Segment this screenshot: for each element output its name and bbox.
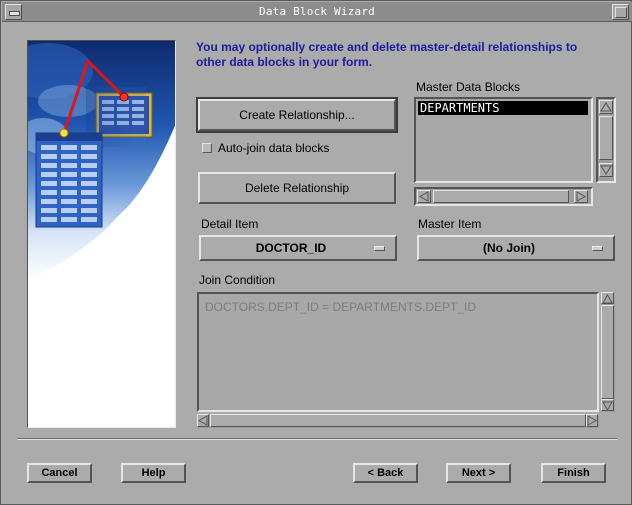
next-button[interactable]: Next >	[446, 463, 511, 483]
window-menu-icon[interactable]	[5, 4, 22, 20]
detail-item-option-menu[interactable]: DOCTOR_ID	[199, 235, 397, 261]
master-data-blocks-list[interactable]: DEPARTMENTS	[414, 97, 593, 183]
join-scroll-right-arrow-glyph	[587, 415, 598, 426]
join-scroll-thumb-horizontal[interactable]	[210, 414, 586, 427]
finish-button[interactable]: Finish	[541, 463, 606, 483]
join-scroll-right-arrow-icon[interactable]	[586, 414, 598, 427]
scroll-up-arrow-glyph	[600, 102, 612, 112]
delete-relationship-button[interactable]: Delete Relationship	[198, 172, 396, 204]
data-blocks-relationship-illustration	[28, 41, 175, 427]
scroll-thumb-horizontal[interactable]	[433, 190, 569, 203]
back-button[interactable]: < Back	[353, 463, 418, 483]
wizard-illustration	[27, 40, 176, 428]
detail-item-value: DOCTOR_ID	[255, 241, 327, 255]
master-item-label: Master Item	[418, 217, 482, 231]
join-scroll-thumb[interactable]	[601, 305, 614, 399]
join-scroll-left-arrow-glyph	[197, 415, 208, 426]
detail-item-label: Detail Item	[201, 217, 259, 231]
master-data-blocks-label: Master Data Blocks	[416, 80, 521, 94]
auto-join-checkbox[interactable]	[202, 143, 212, 153]
option-menu-indicator-icon	[374, 246, 385, 251]
join-condition-horizontal-scrollbar[interactable]	[197, 414, 599, 428]
join-condition-textarea[interactable]: DOCTORS.DEPT_ID = DEPARTMENTS.DEPT_ID	[197, 292, 599, 412]
scroll-right-arrow-glyph	[576, 191, 587, 202]
join-condition-text: DOCTORS.DEPT_ID = DEPARTMENTS.DEPT_ID	[205, 300, 477, 314]
master-item-value: (No Join)	[483, 241, 535, 255]
join-condition-label: Join Condition	[199, 273, 276, 287]
join-scroll-up-arrow-glyph	[602, 293, 613, 304]
join-scroll-down-arrow-icon[interactable]	[601, 399, 614, 412]
join-scroll-down-arrow-glyph	[602, 401, 613, 412]
scroll-left-arrow-icon[interactable]	[417, 190, 431, 203]
option-menu-indicator-icon	[592, 246, 603, 251]
scroll-down-arrow-icon[interactable]	[599, 163, 613, 177]
window-title: Data Block Wizard	[259, 5, 375, 18]
join-scroll-up-arrow-icon[interactable]	[601, 292, 614, 304]
scroll-right-arrow-icon[interactable]	[574, 190, 588, 203]
maximize-icon[interactable]	[612, 4, 629, 20]
help-button[interactable]: Help	[121, 463, 186, 483]
scroll-down-arrow-glyph	[600, 165, 612, 175]
join-scroll-left-arrow-icon[interactable]	[197, 414, 209, 427]
scroll-thumb[interactable]	[599, 116, 613, 160]
master-item-option-menu[interactable]: (No Join)	[417, 235, 615, 261]
create-relationship-button[interactable]: Create Relationship...	[196, 97, 398, 133]
auto-join-label: Auto-join data blocks	[218, 141, 330, 155]
master-list-horizontal-scrollbar[interactable]	[414, 187, 593, 206]
footer-separator	[17, 438, 617, 440]
wizard-window: Data Block Wizard You may optionally cre…	[0, 0, 632, 505]
scroll-up-arrow-icon[interactable]	[599, 100, 613, 114]
title-bar[interactable]: Data Block Wizard	[2, 2, 632, 22]
list-item-departments[interactable]: DEPARTMENTS	[418, 101, 588, 115]
cancel-button[interactable]: Cancel	[27, 463, 92, 483]
join-condition-vertical-scrollbar[interactable]	[601, 292, 615, 412]
instruction-text: You may optionally create and delete mas…	[196, 40, 578, 69]
master-list-vertical-scrollbar[interactable]	[596, 97, 616, 183]
scroll-left-arrow-glyph	[418, 191, 429, 202]
